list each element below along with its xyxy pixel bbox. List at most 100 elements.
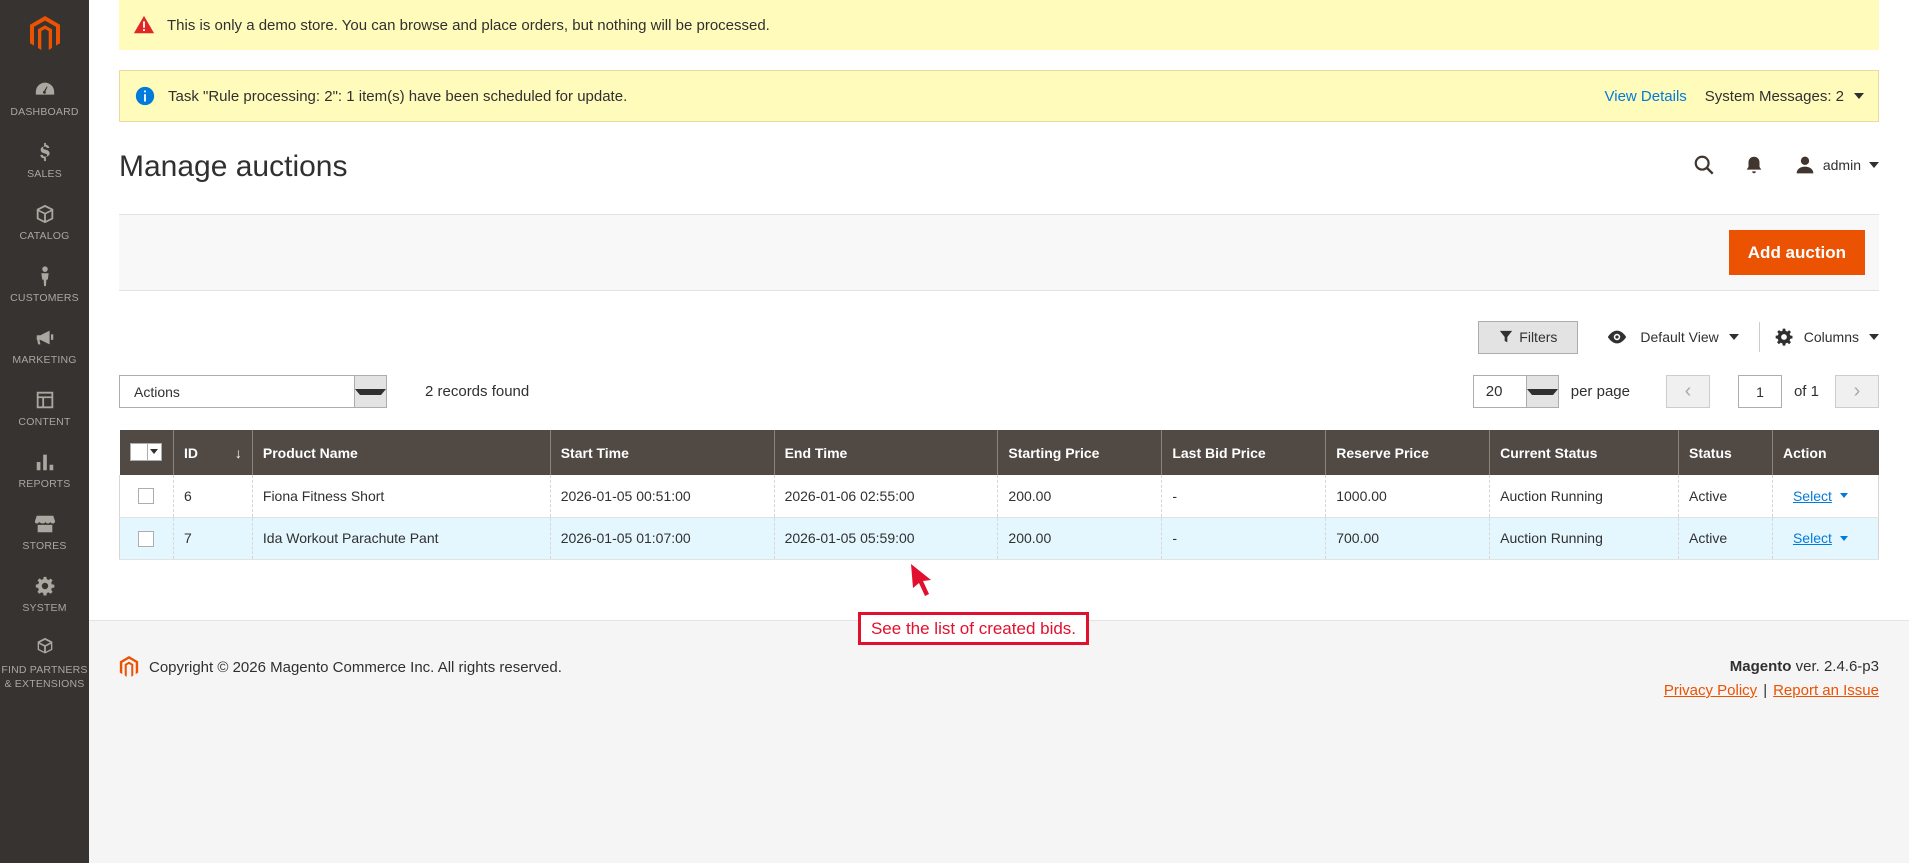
magento-logo-icon (119, 656, 139, 677)
report-issue-link[interactable]: Report an Issue (1773, 682, 1879, 699)
row-checkbox-cell (119, 517, 174, 560)
chevron-down-icon (1728, 334, 1739, 340)
column-header-start-time[interactable]: Start Time (549, 430, 775, 475)
mass-select-checkbox[interactable] (129, 442, 162, 461)
checkbox[interactable] (131, 444, 147, 460)
per-page-toggle[interactable] (1525, 376, 1558, 407)
magento-logo[interactable] (0, 0, 89, 68)
demo-notice-text: This is only a demo store. You can brows… (167, 16, 770, 34)
sidebar-item-catalog[interactable]: CATALOG (0, 192, 89, 254)
column-header-action: Action (1771, 430, 1879, 475)
column-header-end-time[interactable]: End Time (773, 430, 998, 475)
records-count: 2 records found (425, 383, 530, 400)
sidebar-item-reports[interactable]: REPORTS (0, 440, 89, 502)
sidebar-item-label: SYSTEM (22, 602, 67, 614)
header-actions: admin (1665, 150, 1879, 180)
row-action-select[interactable]: Select (1793, 488, 1848, 504)
warning-icon (133, 15, 155, 34)
cell-status: Active (1678, 475, 1773, 518)
per-page-select[interactable]: 20 (1472, 375, 1559, 408)
toolbar-divider (1758, 322, 1760, 352)
mass-actions-toggle[interactable] (354, 376, 386, 407)
columns-button[interactable]: Columns (1774, 327, 1879, 347)
cell-status: Active (1678, 517, 1773, 560)
sidebar-item-label: CUSTOMERS (10, 292, 79, 304)
sidebar-item-marketing[interactable]: MARKETING (0, 316, 89, 378)
cell-action: Select (1771, 517, 1879, 560)
page-total: of 1 (1793, 383, 1819, 400)
sidebar-item-label: MARKETING (12, 354, 77, 366)
chevron-down-icon (1839, 493, 1848, 499)
cell-current-status: Auction Running (1489, 517, 1679, 560)
sidebar-item-find-partners[interactable]: FIND PARTNERS & EXTENSIONS (0, 626, 89, 702)
chevron-down-icon (1839, 535, 1848, 541)
layout-icon (36, 391, 53, 409)
row-checkbox[interactable] (138, 488, 154, 505)
cell-action: Select (1771, 475, 1879, 518)
footer-version: Magento ver. 2.4.6-p3 (1730, 658, 1879, 675)
brand-name: Magento (1729, 658, 1792, 675)
column-header-product-name[interactable]: Product Name (251, 430, 551, 475)
chevron-right-icon: › (1853, 380, 1861, 402)
sidebar-item-stores[interactable]: STORES (0, 502, 89, 564)
column-header-reserve-price[interactable]: Reserve Price (1325, 430, 1490, 475)
next-page-button[interactable]: › (1835, 375, 1879, 408)
magento-logo-icon (29, 16, 60, 50)
footer-copyright: Copyright © 2026 Magento Commerce Inc. A… (119, 656, 562, 678)
view-switcher[interactable]: Default View (1606, 329, 1739, 345)
system-messages-label: System Messages: 2 (1704, 87, 1844, 105)
table-row[interactable]: 6 Fiona Fitness Short 2026-01-05 00:51:0… (119, 475, 1879, 518)
row-action-label: Select (1792, 487, 1832, 504)
link-separator: | (1763, 682, 1768, 699)
table-row[interactable]: 7 Ida Workout Parachute Pant 2026-01-05 … (119, 517, 1879, 560)
column-header-current-status[interactable]: Current Status (1489, 430, 1679, 475)
cell-last-bid-price: - (1161, 475, 1326, 518)
previous-page-button[interactable]: ‹ (1665, 375, 1710, 408)
page-title: Manage auctions (119, 150, 348, 183)
cell-reserve-price: 700.00 (1325, 517, 1490, 560)
row-action-label: Select (1792, 530, 1832, 546)
annotation-arrow-icon (911, 564, 931, 596)
cell-id: 6 (172, 475, 253, 518)
chevron-down-icon (1526, 388, 1558, 395)
bell-icon[interactable] (1743, 154, 1765, 176)
chevron-down-icon (150, 449, 158, 454)
mass-actions-select[interactable]: Actions (119, 375, 387, 408)
system-messages-dropdown[interactable]: System Messages: 2 (1705, 88, 1864, 105)
row-action-select[interactable]: Select (1793, 530, 1848, 546)
sidebar-item-content[interactable]: CONTENT (0, 378, 89, 440)
dashboard-icon (35, 82, 54, 95)
search-icon[interactable] (1693, 154, 1715, 176)
grid-toolbar: Filters Default View Columns (1478, 320, 1879, 354)
storefront-icon (34, 515, 55, 533)
sidebar-item-label: STORES (22, 540, 67, 552)
column-header-starting-price[interactable]: Starting Price (997, 430, 1162, 475)
chevron-down-icon (1869, 334, 1879, 340)
person-icon (40, 266, 49, 287)
demo-notice: This is only a demo store. You can brows… (119, 0, 1879, 50)
sidebar-item-sales[interactable]: SALES (0, 130, 89, 192)
main-content: This is only a demo store. You can brows… (89, 0, 1909, 863)
row-checkbox[interactable] (138, 530, 154, 547)
column-header-status[interactable]: Status (1678, 430, 1773, 475)
view-details-link[interactable]: View Details (1605, 88, 1687, 105)
page-number-input[interactable]: 1 (1737, 375, 1782, 408)
sidebar-item-dashboard[interactable]: DASHBOARD (0, 68, 89, 130)
admin-user-menu[interactable]: admin (1795, 155, 1879, 175)
cell-end-time: 2026-01-06 02:55:00 (773, 475, 998, 518)
sidebar-item-label: CONTENT (18, 416, 71, 428)
column-header-id[interactable]: ID ↓ (172, 430, 253, 475)
mass-select-dropdown[interactable] (146, 443, 161, 460)
privacy-policy-link[interactable]: Privacy Policy (1664, 682, 1757, 699)
column-header-last-bid-price[interactable]: Last Bid Price (1161, 430, 1326, 475)
sidebar-item-label: FIND PARTNERS (1, 664, 88, 676)
user-icon (1796, 156, 1814, 174)
add-auction-button[interactable]: Add auction (1728, 230, 1865, 275)
row-checkbox-cell (119, 475, 174, 518)
filters-button[interactable]: Filters (1478, 320, 1579, 354)
mass-select-column (119, 430, 174, 475)
sidebar-item-system[interactable]: SYSTEM (0, 564, 89, 626)
cell-starting-price: 200.00 (997, 517, 1162, 560)
sidebar-item-label: & EXTENSIONS (4, 678, 85, 690)
sidebar-item-customers[interactable]: CUSTOMERS (0, 254, 89, 316)
